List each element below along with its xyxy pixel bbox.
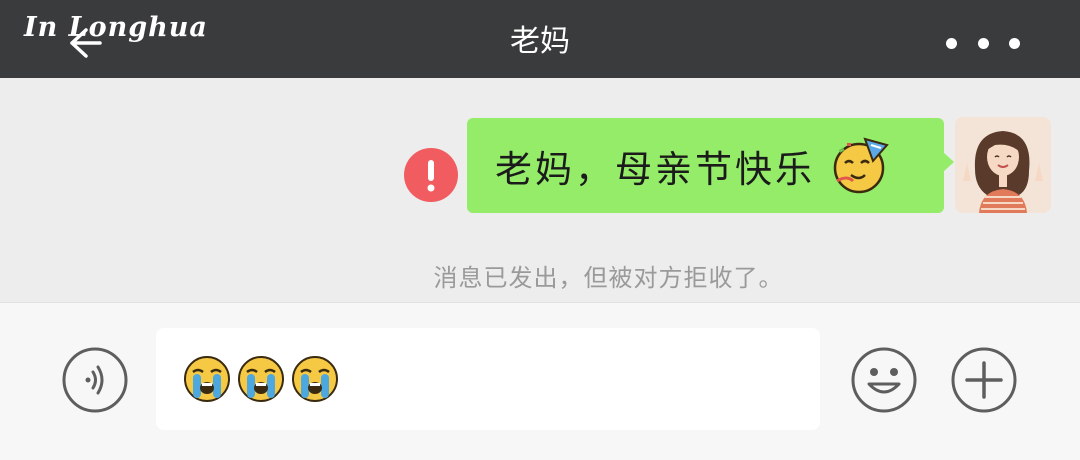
send-failed-icon[interactable] [404,148,458,202]
more-options-button[interactable] [946,32,1020,54]
message-input[interactable] [156,328,820,430]
chat-header: In Longhua 老妈 [0,0,1080,78]
voice-icon[interactable] [61,346,129,414]
message-status-text: 消息已发出，但被对方拒收了。 [433,264,784,292]
crying-face-emoji-icon [184,356,230,402]
more-dot-icon [946,37,957,49]
smile-icon[interactable] [850,346,918,414]
partying-face-emoji-icon [833,137,889,193]
message-text: 老妈，母亲节快乐 [495,147,815,191]
more-dot-icon [1009,37,1020,49]
chat-title: 老妈 [510,24,570,59]
crying-face-emoji-icon [238,356,284,402]
crying-face-emoji-icon [292,356,338,402]
message-bubble[interactable]: 老妈，母亲节快乐 [467,118,954,213]
more-dot-icon [977,37,989,49]
user-avatar[interactable] [955,117,1051,213]
plus-icon[interactable] [950,346,1018,414]
